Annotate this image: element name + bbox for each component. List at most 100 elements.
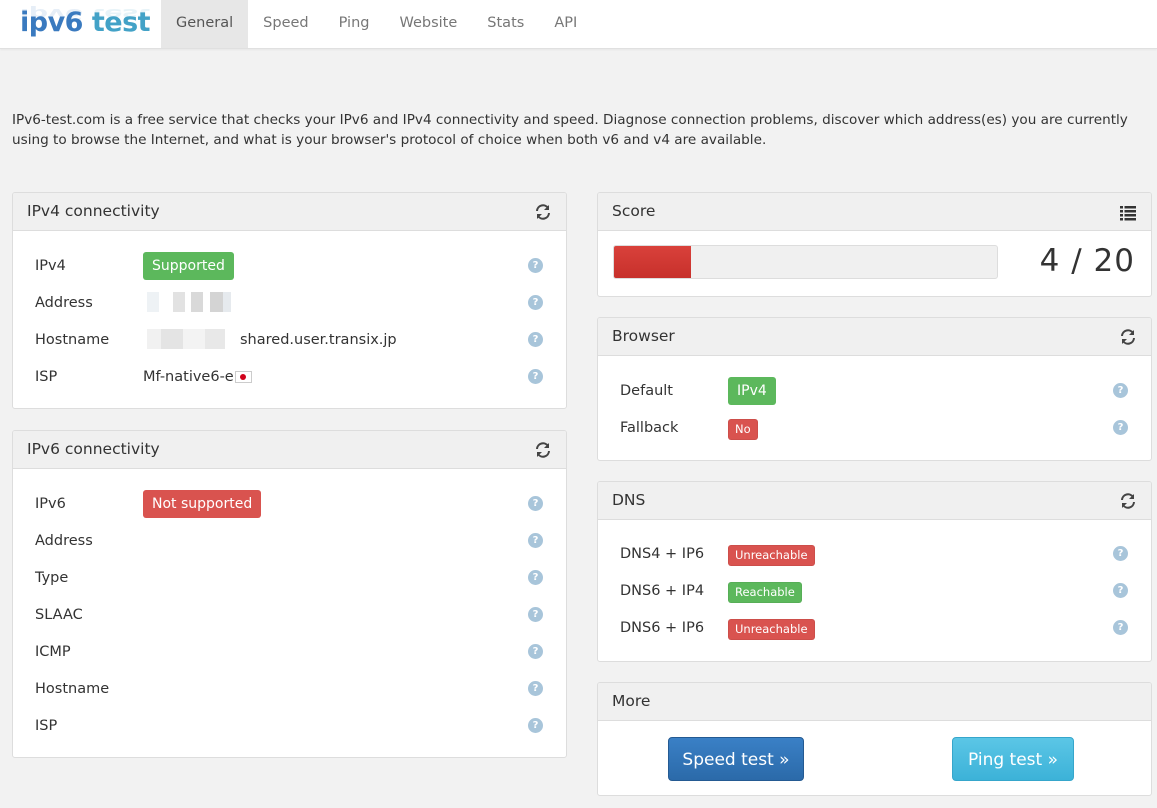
ipv4-panel-title: IPv4 connectivity — [27, 202, 160, 220]
help-icon[interactable]: ? — [528, 496, 543, 511]
browser-panel-title: Browser — [612, 327, 675, 345]
brand-part2: test — [82, 7, 151, 38]
hostname-redacted-block — [147, 329, 237, 349]
tab-speed[interactable]: Speed — [248, 0, 323, 48]
more-panel-title: More — [612, 692, 651, 710]
help-icon[interactable]: ? — [1113, 546, 1128, 561]
dns-row: DNS6 + IP4 Reachable ? — [620, 580, 1135, 603]
ipv4-isp-value: Mf-native6-e — [143, 369, 234, 385]
main-nav: General Speed Ping Website Stats API — [161, 0, 592, 48]
tab-general[interactable]: General — [161, 0, 249, 48]
dns-row: DNS4 + IP6 Unreachable ? — [620, 543, 1135, 566]
help-icon[interactable]: ? — [528, 332, 543, 347]
ipv6-address-row: Address ? — [35, 530, 550, 552]
ipv6-panel-heading: IPv6 connectivity — [13, 431, 566, 469]
refresh-icon[interactable] — [534, 441, 552, 459]
refresh-icon[interactable] — [1119, 492, 1137, 510]
browser-default-label: Default — [620, 383, 673, 399]
help-icon[interactable]: ? — [1113, 383, 1128, 398]
speed-test-button[interactable]: Speed test » — [668, 737, 804, 781]
dns-row: DNS6 + IP6 Unreachable ? — [620, 617, 1135, 640]
list-icon[interactable] — [1119, 203, 1137, 221]
refresh-icon[interactable] — [534, 203, 552, 221]
ipv6-type-row: Type ? — [35, 567, 550, 589]
dns-panel: DNS DNS4 + IP6 Unreachable ? DNS6 + IP4 … — [597, 481, 1152, 662]
score-panel: Score 4 / 20 — [597, 192, 1152, 297]
ipv6-hostname-label: Hostname — [35, 681, 110, 697]
dns-row-label: DNS6 + IP6 — [620, 620, 705, 636]
ipv4-isp-row: ISP Mf-native6-e ? — [35, 366, 550, 388]
tab-website[interactable]: Website — [384, 0, 472, 48]
ipv6-row: IPv6 Not supported ? — [35, 490, 550, 518]
help-icon[interactable]: ? — [528, 570, 543, 585]
dns-panel-heading: DNS — [598, 482, 1151, 520]
ipv6-slaac-label: SLAAC — [35, 607, 83, 623]
ipv4-status-badge: Supported — [143, 252, 234, 280]
help-icon[interactable]: ? — [528, 718, 543, 733]
help-icon[interactable]: ? — [1113, 420, 1128, 435]
score-panel-heading: Score — [598, 193, 1151, 231]
ipv6-panel: IPv6 connectivity IPv6 Not supported ? A… — [12, 430, 567, 758]
ipv6-panel-title: IPv6 connectivity — [27, 440, 160, 458]
browser-fallback-badge: No — [728, 419, 758, 440]
browser-fallback-label: Fallback — [620, 420, 679, 436]
browser-fallback-row: Fallback No ? — [620, 417, 1135, 440]
dns-status-badge: Unreachable — [728, 619, 815, 640]
help-icon[interactable]: ? — [528, 295, 543, 310]
ipv4-address-row: Address ? — [35, 292, 550, 314]
ipv4-panel: IPv4 connectivity IPv4 Supported ? Addre… — [12, 192, 567, 409]
ipv6-icmp-label: ICMP — [35, 644, 71, 660]
ipv6-isp-label: ISP — [35, 718, 58, 734]
intro-text: IPv6-test.com is a free service that che… — [12, 112, 1128, 148]
ipv6-slaac-row: SLAAC ? — [35, 604, 550, 626]
help-icon[interactable]: ? — [1113, 620, 1128, 635]
brand-part1: ipv6 — [20, 7, 83, 38]
tab-ping[interactable]: Ping — [324, 0, 385, 48]
ipv6-isp-row: ISP ? — [35, 715, 550, 737]
refresh-icon[interactable] — [1119, 328, 1137, 346]
score-progress-bar — [613, 245, 998, 279]
dns-row-label: DNS6 + IP4 — [620, 583, 705, 599]
tab-api[interactable]: API — [539, 0, 592, 48]
ipv4-isp-label: ISP — [35, 369, 58, 385]
help-icon[interactable]: ? — [528, 644, 543, 659]
ipv4-panel-heading: IPv4 connectivity — [13, 193, 566, 231]
more-panel: More Speed test » Ping test » — [597, 682, 1152, 796]
browser-default-row: Default IPv4 ? — [620, 377, 1135, 405]
dns-row-label: DNS4 + IP6 — [620, 546, 705, 562]
browser-panel-heading: Browser — [598, 318, 1151, 356]
more-panel-heading: More — [598, 683, 1151, 721]
score-panel-title: Score — [612, 202, 656, 220]
score-value: 4 / 20 — [1039, 243, 1135, 279]
ipv6-hostname-row: Hostname ? — [35, 678, 550, 700]
ipv4-row: IPv4 Supported ? — [35, 252, 550, 280]
ipv4-label: IPv4 — [35, 258, 66, 274]
dns-panel-title: DNS — [612, 491, 646, 509]
help-icon[interactable]: ? — [528, 533, 543, 548]
help-icon[interactable]: ? — [528, 607, 543, 622]
ipv4-hostname-value: shared.user.transix.jp — [240, 332, 397, 348]
help-icon[interactable]: ? — [528, 258, 543, 273]
ipv4-address-label: Address — [35, 295, 93, 311]
help-icon[interactable]: ? — [528, 681, 543, 696]
ipv6-type-label: Type — [35, 570, 69, 586]
ping-test-button[interactable]: Ping test » — [952, 737, 1074, 781]
brand-logo[interactable]: ipv6 test ipv6 test — [20, 4, 151, 44]
browser-panel: Browser Default IPv4 ? Fallback No ? — [597, 317, 1152, 461]
help-icon[interactable]: ? — [528, 369, 543, 384]
score-progress-fill — [614, 246, 691, 278]
ipv6-icmp-row: ICMP ? — [35, 641, 550, 663]
ipv6-label: IPv6 — [35, 496, 66, 512]
flag-jp-icon — [235, 371, 252, 383]
ipv6-address-label: Address — [35, 533, 93, 549]
dns-status-badge: Unreachable — [728, 545, 815, 566]
tab-stats[interactable]: Stats — [472, 0, 539, 48]
ipv6-status-badge: Not supported — [143, 490, 262, 518]
help-icon[interactable]: ? — [1113, 583, 1128, 598]
browser-default-badge: IPv4 — [728, 377, 776, 405]
navbar: ipv6 test ipv6 test General Speed Ping W… — [0, 0, 1157, 49]
ipv4-hostname-row: Hostname shared.user.transix.jp ? — [35, 329, 550, 351]
dns-status-badge: Reachable — [728, 582, 802, 603]
address-redacted-block — [147, 292, 242, 312]
ipv4-hostname-label: Hostname — [35, 332, 110, 348]
